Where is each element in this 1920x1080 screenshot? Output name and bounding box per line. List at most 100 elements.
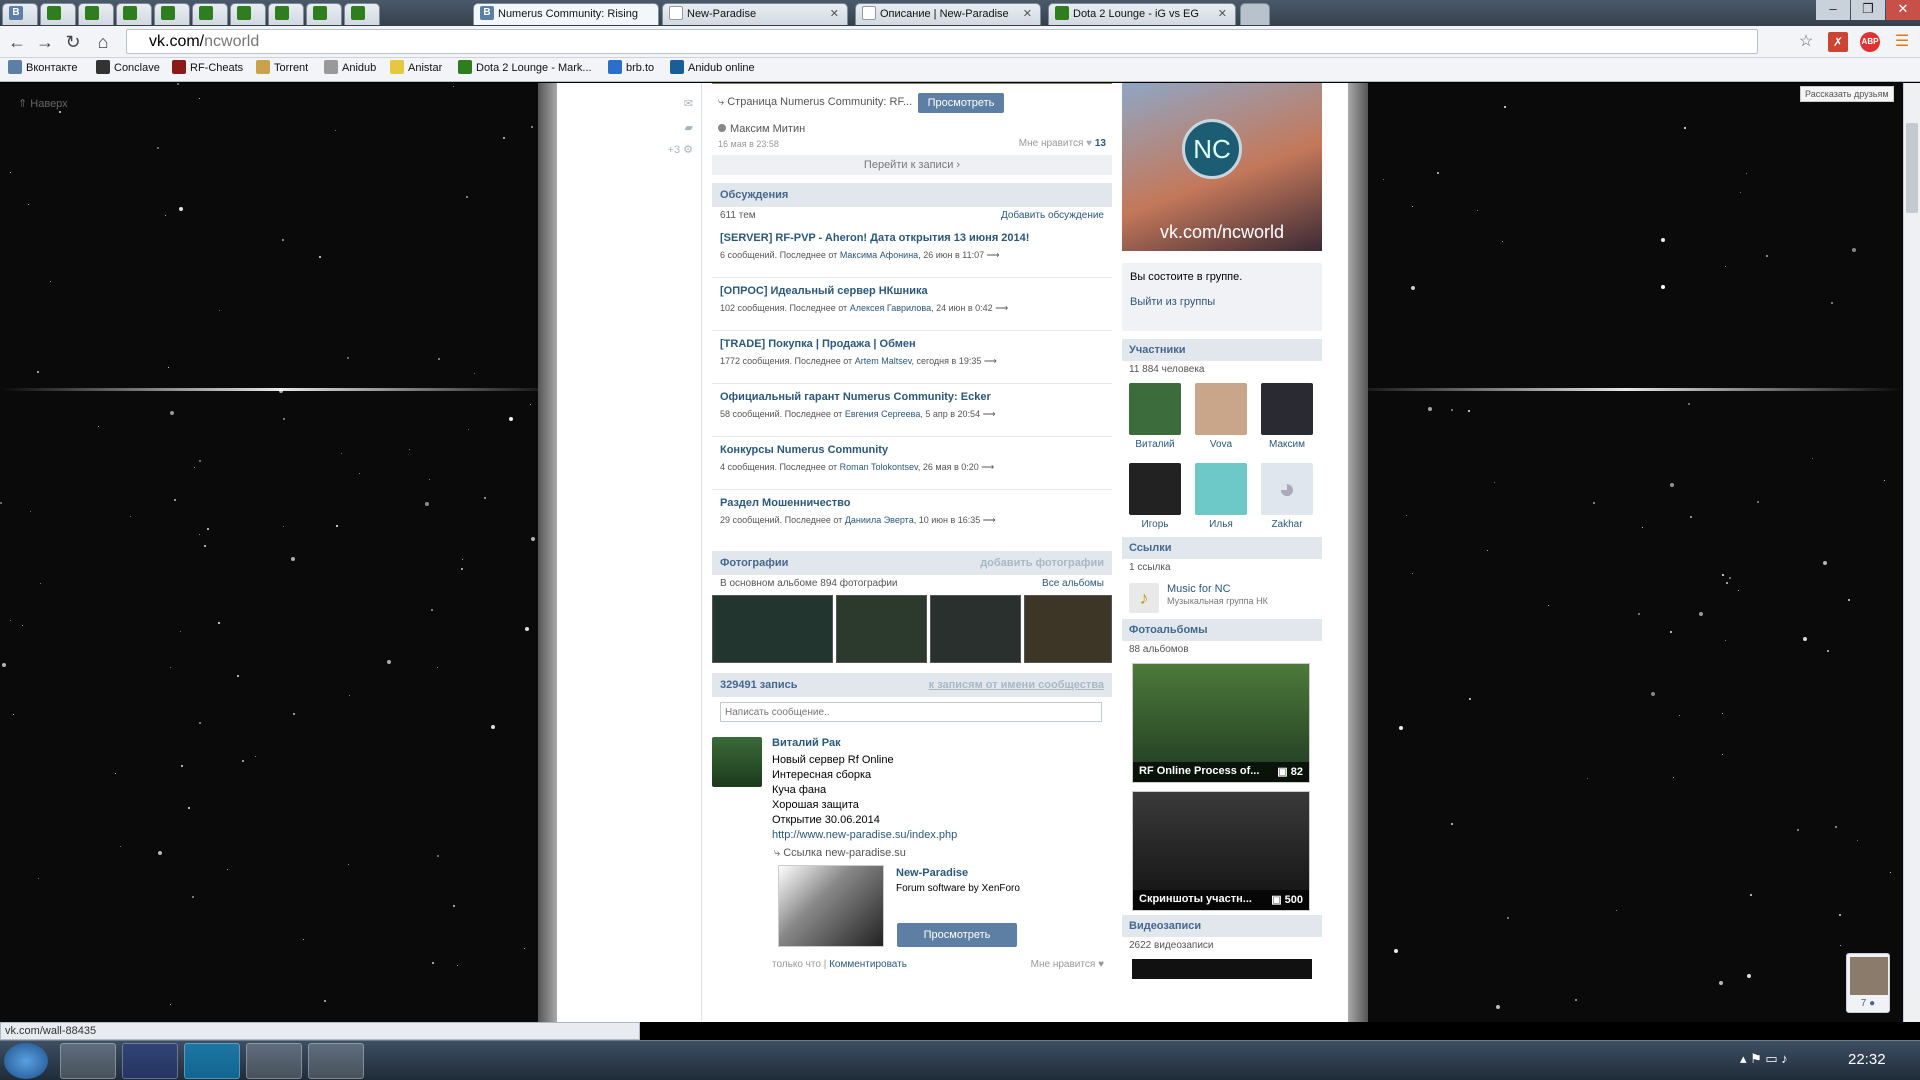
bookmark-star-icon[interactable]: ☆ bbox=[1796, 32, 1816, 52]
topic-item[interactable]: [TRADE] Покупка | Продажа | Обмен 1772 со… bbox=[712, 331, 1112, 384]
chrome-taskbar-icon[interactable] bbox=[60, 1043, 116, 1079]
albums-header[interactable]: Фотоальбомы bbox=[1122, 619, 1322, 641]
add-discussion-link[interactable]: Добавить обсуждение bbox=[1001, 210, 1104, 221]
topic-item[interactable]: [ОПРОС] Идеальный сервер НКшника 102 сооб… bbox=[712, 278, 1112, 331]
scrollbar-thumb[interactable] bbox=[1906, 123, 1918, 213]
bookmark-brb[interactable]: brb.to bbox=[608, 60, 654, 75]
tab-pinned[interactable] bbox=[306, 3, 342, 25]
home-icon[interactable]: ⌂ bbox=[92, 31, 114, 53]
close-window-icon[interactable]: ✕ bbox=[1886, 0, 1920, 20]
photo-thumbnail[interactable] bbox=[930, 595, 1021, 663]
topic-last-author[interactable]: Roman Tolokontsev bbox=[840, 462, 918, 472]
minimize-icon[interactable]: – bbox=[1816, 0, 1850, 20]
group-banner[interactable]: NC vk.com/ncworld bbox=[1122, 83, 1322, 251]
topic-title[interactable]: [ОПРОС] Идеальный сервер НКшника bbox=[720, 285, 1104, 297]
videos-header[interactable]: Видеозаписи bbox=[1122, 915, 1322, 937]
goto-post-button[interactable]: Перейти к записи › bbox=[712, 155, 1112, 175]
chat-widget[interactable]: 7 ● bbox=[1846, 953, 1890, 1013]
bookmark-anistar[interactable]: Anistar bbox=[390, 60, 442, 75]
forward-icon[interactable]: → bbox=[34, 31, 56, 53]
album-card[interactable]: RF Online Process of... ▣ 82 bbox=[1132, 663, 1310, 783]
go-top-link[interactable]: ⇑ Наверх bbox=[18, 97, 68, 110]
topic-last-author[interactable]: Евгения Сергеева bbox=[845, 409, 921, 419]
tab-pinned[interactable] bbox=[192, 3, 228, 25]
member-card[interactable]: Максим bbox=[1261, 383, 1313, 450]
tray-icons[interactable]: ▴ ⚑ ▭ ♪ bbox=[1740, 1051, 1788, 1067]
link-name[interactable]: Music for NC bbox=[1167, 583, 1231, 595]
topic-title[interactable]: [SERVER] RF-PVP - Aheron! Дата открытия … bbox=[720, 232, 1104, 244]
mail-icon[interactable]: ✉ bbox=[684, 97, 693, 110]
bookmark-conclave[interactable]: Conclave bbox=[96, 60, 160, 75]
topic-item[interactable]: Раздел Мошенничество 29 сообщений. Послед… bbox=[712, 490, 1112, 543]
paint-taskbar-icon[interactable] bbox=[246, 1043, 302, 1079]
close-icon[interactable]: ✕ bbox=[830, 4, 839, 24]
photo-thumbnail[interactable] bbox=[836, 595, 927, 663]
tab-pinned[interactable] bbox=[78, 3, 114, 25]
view-button[interactable]: Просмотреть bbox=[897, 923, 1017, 947]
topic-title[interactable]: Конкурсы Numerus Community bbox=[720, 444, 1104, 456]
link-preview-label[interactable]: ⤷ Ссылка new-paradise.su bbox=[774, 847, 906, 860]
menu-icon[interactable]: ☰ bbox=[1892, 32, 1912, 52]
tab-opisanie[interactable]: Описание | New-Paradise ✕ bbox=[855, 3, 1041, 25]
photos-title[interactable]: Фотографии bbox=[720, 557, 788, 569]
tab-new-paradise[interactable]: New-Paradise ✕ bbox=[662, 3, 848, 25]
message-input[interactable] bbox=[720, 702, 1102, 722]
start-button[interactable] bbox=[4, 1043, 48, 1079]
topic-last-author[interactable]: Даниила Эверта bbox=[845, 515, 914, 525]
address-bar[interactable]: vk.com/ncworld bbox=[126, 29, 1758, 54]
link-card-title[interactable]: New-Paradise bbox=[896, 867, 968, 879]
post-url[interactable]: http://www.new-paradise.su/index.php bbox=[772, 828, 957, 843]
tab-vk-pinned[interactable]: В bbox=[2, 3, 38, 25]
member-card[interactable]: Игорь bbox=[1129, 463, 1181, 530]
tab-numerus[interactable]: В Numerus Community: Rising bbox=[473, 3, 659, 25]
bookmark-rf-cheats[interactable]: RF-Cheats bbox=[172, 60, 243, 75]
close-icon[interactable]: ✕ bbox=[1023, 4, 1032, 24]
page-scrollbar[interactable] bbox=[1903, 83, 1920, 1022]
like-button[interactable]: Мне нравится ♥ 13 bbox=[1019, 138, 1106, 149]
view-button[interactable]: Просмотреть bbox=[918, 93, 1004, 113]
members-header[interactable]: Участники bbox=[1122, 339, 1322, 361]
links-header[interactable]: Ссылки bbox=[1122, 537, 1322, 559]
settings-icon[interactable]: +3 ⚙ bbox=[668, 143, 693, 156]
topic-last-author[interactable]: Максима Афонина bbox=[840, 250, 918, 260]
topic-title[interactable]: Раздел Мошенничество bbox=[720, 497, 1104, 509]
post-as-community-link[interactable]: к записям от имени сообщества bbox=[929, 679, 1104, 691]
bookmark-torrent[interactable]: Torrent bbox=[256, 60, 308, 75]
app-taskbar-icon[interactable] bbox=[308, 1043, 364, 1079]
photo-thumbnail[interactable] bbox=[712, 595, 833, 663]
all-albums-link[interactable]: Все альбомы bbox=[1042, 578, 1104, 589]
topic-item[interactable]: Конкурсы Numerus Community 4 сообщения. П… bbox=[712, 437, 1112, 490]
link-item[interactable]: ♪ Music for NC Музыкальная группа НК bbox=[1122, 577, 1322, 619]
topic-title[interactable]: Официальный гарант Numerus Community: Ec… bbox=[720, 391, 1104, 403]
topic-item[interactable]: Официальный гарант Numerus Community: Ec… bbox=[712, 384, 1112, 437]
bookmark-vkontakte[interactable]: Вконтакте bbox=[8, 60, 77, 75]
reload-icon[interactable]: ↻ bbox=[62, 31, 84, 53]
member-card[interactable]: Vova bbox=[1195, 383, 1247, 450]
comment-link[interactable]: Комментировать bbox=[829, 959, 907, 970]
tab-dota-lounge[interactable]: Dota 2 Lounge - iG vs EG ✕ bbox=[1048, 3, 1236, 25]
tab-pinned[interactable] bbox=[344, 3, 380, 25]
tab-pinned[interactable] bbox=[268, 3, 304, 25]
leave-group-link[interactable]: Выйти из группы bbox=[1130, 296, 1314, 308]
avatar[interactable] bbox=[712, 737, 762, 787]
close-icon[interactable]: ✕ bbox=[1218, 4, 1227, 24]
link-preview-image[interactable] bbox=[778, 865, 884, 947]
maximize-icon[interactable]: ❐ bbox=[1851, 0, 1885, 20]
topic-title[interactable]: [TRADE] Покупка | Продажа | Обмен bbox=[720, 338, 1104, 350]
discussions-header[interactable]: Обсуждения bbox=[712, 183, 1112, 207]
tab-pinned[interactable] bbox=[154, 3, 190, 25]
clock[interactable]: 22:32 bbox=[1848, 1051, 1886, 1068]
video-thumbnail[interactable] bbox=[1132, 959, 1312, 979]
shared-page-link[interactable]: ⤷ Страница Numerus Community: RF... bbox=[718, 96, 912, 109]
adblock-icon[interactable]: ABP bbox=[1860, 32, 1880, 52]
member-card[interactable]: Илья bbox=[1195, 463, 1247, 530]
topic-last-author[interactable]: Алексея Гаврилова bbox=[850, 303, 931, 313]
post-author[interactable]: Виталий Рак bbox=[772, 737, 841, 749]
photo-thumbnail[interactable] bbox=[1024, 595, 1112, 663]
comment-icon[interactable]: ▰ bbox=[685, 121, 693, 134]
bookmark-anidub-online[interactable]: Anidub online bbox=[670, 60, 755, 75]
new-tab-button[interactable] bbox=[1240, 3, 1270, 25]
tab-pinned[interactable] bbox=[230, 3, 266, 25]
comment-author-name[interactable]: Максим Митин bbox=[730, 123, 805, 135]
tab-pinned[interactable] bbox=[40, 3, 76, 25]
